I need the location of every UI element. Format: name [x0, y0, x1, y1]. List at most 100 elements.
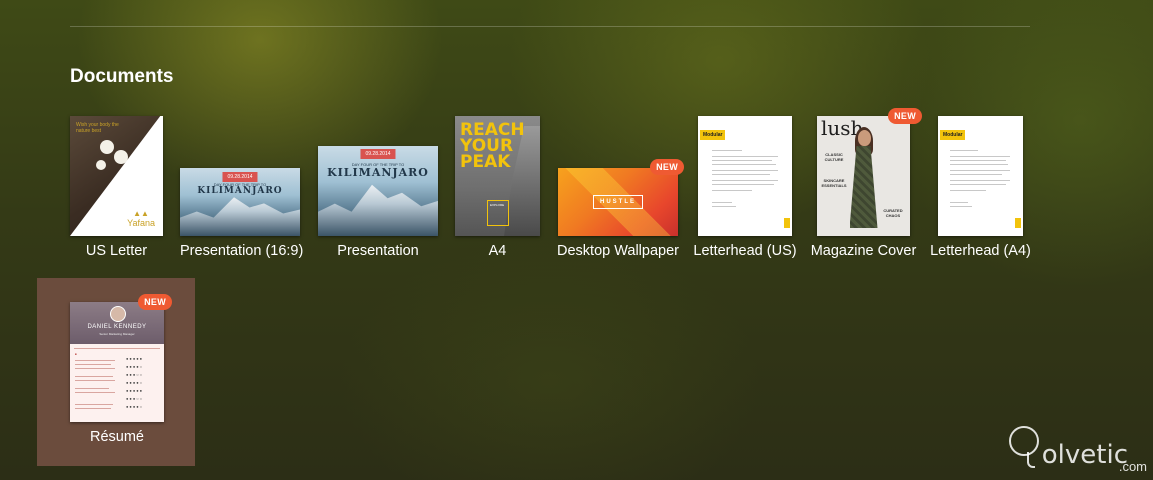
text-line [712, 160, 772, 161]
text-line [75, 376, 113, 377]
resume-name: DANIEL KENNEDY [87, 324, 147, 330]
text-line [712, 206, 736, 207]
presentation-16-9-thumbnail: 09.28.2014 DAY FOUR OF THE TRIP TO KILIM… [180, 168, 300, 236]
text-line [950, 174, 1002, 175]
text-line [950, 202, 968, 203]
cover-line: CURATED CHAOS [883, 208, 903, 218]
model-face [857, 130, 871, 146]
flower-icon [114, 150, 128, 164]
template-letterhead-a4[interactable]: Modular Letterhead (A4) [930, 116, 1031, 266]
a4-thumbnail: REACH YOUR PEAK EXPLORE [455, 116, 540, 236]
text-line [712, 190, 752, 191]
new-badge: NEW [138, 294, 172, 310]
text-line [950, 190, 986, 191]
new-badge: NEW [888, 108, 922, 124]
template-label: US Letter [85, 243, 148, 259]
skill-rating: ●●●●○ [126, 364, 144, 369]
text-line [712, 184, 774, 185]
slide-title: KILIMANJARO [197, 186, 283, 196]
us-letter-thumbnail: Wish your body the nature best ▲▲ Yafana [70, 116, 163, 236]
bulb-stem-icon [1027, 452, 1035, 468]
solvetic-logo: olvetic .com [993, 406, 1153, 476]
template-desktop-wallpaper[interactable]: HUSTLE NEW Desktop Wallpaper [557, 116, 684, 266]
brand-word: olvetic [1041, 440, 1128, 470]
resume-section: ■ [75, 352, 77, 356]
text-line [950, 156, 1010, 157]
text-line [712, 202, 732, 203]
cover-line: SKINCARE ESSENTIALS [821, 178, 847, 188]
modular-logo: Modular [940, 130, 966, 140]
template-label: Résumé [90, 429, 144, 445]
modular-logo: Modular [700, 130, 726, 140]
text-line [950, 164, 1008, 165]
wallpaper-word: HUSTLE [593, 195, 643, 209]
template-a4[interactable]: REACH YOUR PEAK EXPLORE A4 [455, 116, 540, 266]
text-line [75, 364, 111, 365]
flower-icon [96, 160, 106, 170]
skill-rating: ●●●●● [126, 356, 144, 361]
text-line [75, 360, 115, 361]
section-title: Documents [70, 66, 174, 87]
skill-rating: ●●●●● [126, 388, 144, 393]
resume-role: Senior Marketing Manager [99, 332, 135, 336]
text-line [950, 160, 1006, 161]
text-line [712, 150, 742, 151]
presentation-thumbnail: 09.28.2014 DAY FOUR OF THE TRIP TO KILIM… [318, 146, 438, 236]
text-line [950, 150, 978, 151]
slide-title: KILIMANJARO [327, 166, 429, 179]
template-us-letter[interactable]: Wish your body the nature best ▲▲ Yafana … [70, 116, 163, 266]
text-line [950, 206, 972, 207]
model-dress [849, 146, 878, 228]
template-label: Presentation [337, 243, 419, 259]
text-line [950, 170, 1010, 171]
template-magazine-cover[interactable]: lush CLASSIC CULTURE SKINCARE ESSENTIALS… [811, 108, 922, 266]
mountain-image [180, 197, 300, 236]
text-line [712, 170, 778, 171]
us-letter-tagline: Wish your body the nature best [76, 122, 119, 134]
text-line [75, 404, 113, 405]
flower-icon [100, 140, 114, 154]
text-line [712, 180, 778, 181]
skill-rating: ●●●●○ [126, 380, 144, 385]
desktop-wallpaper-thumbnail: HUSTLE [558, 168, 678, 236]
template-label: Letterhead (US) [693, 243, 797, 259]
skill-rating: ●●●○○ [126, 396, 144, 401]
template-label: Desktop Wallpaper [557, 243, 679, 259]
yafana-logo: ▲▲ Yafana [127, 209, 155, 228]
text-line [75, 388, 109, 389]
template-resume[interactable]: DANIEL KENNEDY Senior Marketing Manager … [70, 294, 172, 452]
date-tag: 09.28.2014 [222, 172, 258, 182]
template-presentation[interactable]: 09.28.2014 DAY FOUR OF THE TRIP TO KILIM… [318, 116, 438, 266]
brand-suffix: .com [1118, 459, 1147, 474]
new-badge: NEW [650, 159, 684, 175]
avatar [110, 306, 126, 322]
letterhead-us-thumbnail: Modular [698, 116, 792, 236]
footer-accent [1015, 218, 1021, 228]
resume-thumbnail: DANIEL KENNEDY Senior Marketing Manager … [70, 302, 164, 422]
skill-rating: ●●●●○ [126, 404, 144, 409]
section-divider [70, 26, 1030, 27]
template-label: A4 [488, 243, 507, 259]
date-tag: 09.28.2014 [360, 149, 396, 159]
template-label: Magazine Cover [810, 243, 917, 259]
text-line [712, 156, 778, 157]
template-label: Letterhead (A4) [930, 243, 1031, 259]
text-line [712, 164, 776, 165]
text-line [950, 180, 1010, 181]
text-line [75, 408, 111, 409]
magazine-cover-thumbnail: lush CLASSIC CULTURE SKINCARE ESSENTIALS… [817, 116, 910, 236]
poster-headline: REACH YOUR PEAK [460, 120, 525, 172]
footer-accent [784, 218, 790, 228]
template-presentation-16-9[interactable]: 09.28.2014 DAY FOUR OF THE TRIP TO KILIM… [180, 116, 304, 266]
resume-rule [74, 348, 160, 349]
poster-box: EXPLORE [487, 200, 509, 226]
template-letterhead-us[interactable]: Modular Letterhead (US) [693, 116, 797, 266]
skill-rating: ●●●○○ [126, 372, 144, 377]
text-line [75, 392, 115, 393]
mountain-image [318, 184, 438, 236]
text-line [75, 368, 115, 369]
text-line [950, 184, 1006, 185]
text-line [75, 380, 115, 381]
template-label: Presentation (16:9) [180, 243, 304, 259]
letterhead-a4-thumbnail: Modular [938, 116, 1023, 236]
